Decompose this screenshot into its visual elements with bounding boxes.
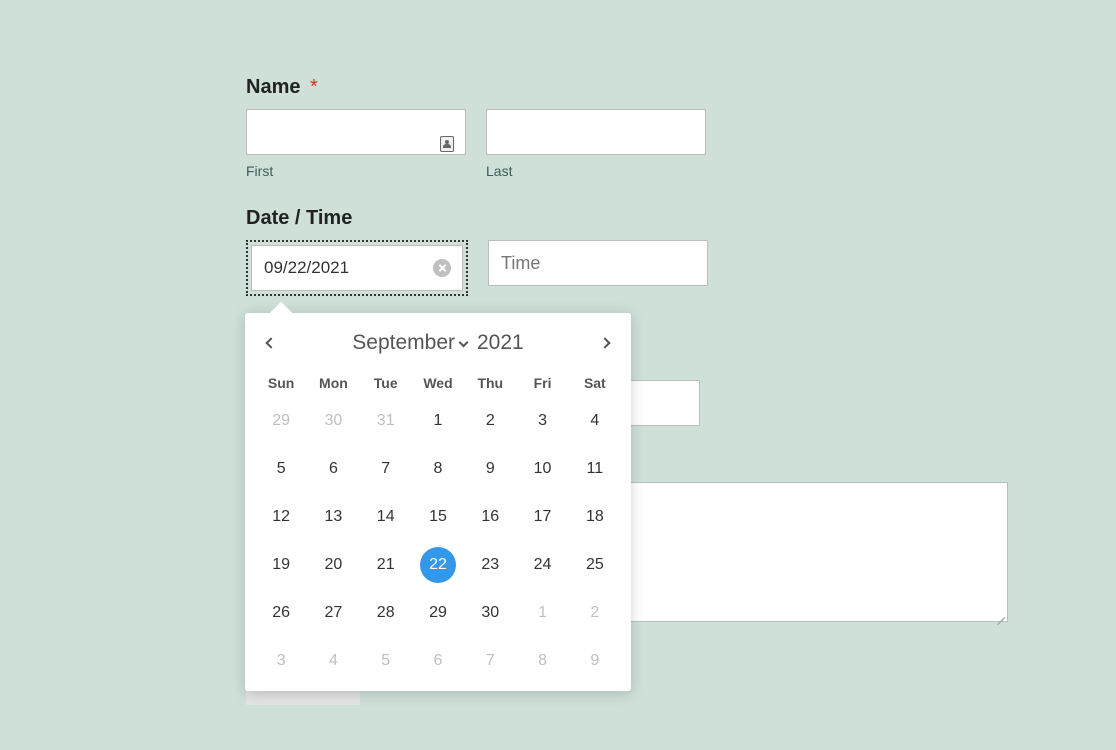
name-label: Name * bbox=[246, 76, 1116, 99]
calendar-day-cell[interactable]: 20 bbox=[307, 541, 359, 589]
calendar-day-cell[interactable]: 9 bbox=[569, 637, 621, 685]
calendar-next-month-button[interactable] bbox=[595, 328, 615, 358]
calendar-day-cell[interactable]: 5 bbox=[255, 445, 307, 493]
calendar-day-cell[interactable]: 27 bbox=[307, 589, 359, 637]
calendar-day-cell[interactable]: 28 bbox=[360, 589, 412, 637]
calendar-day-cell[interactable]: 5 bbox=[360, 637, 412, 685]
calendar-dow-header: Thu bbox=[464, 369, 516, 397]
calendar-day-cell[interactable]: 30 bbox=[307, 397, 359, 445]
calendar-day-cell[interactable]: 8 bbox=[516, 637, 568, 685]
date-clear-button[interactable] bbox=[433, 259, 451, 277]
calendar-prev-month-button[interactable] bbox=[261, 328, 281, 358]
calendar-day-cell[interactable]: 17 bbox=[516, 493, 568, 541]
calendar-dow-header: Wed bbox=[412, 369, 464, 397]
calendar-day-cell[interactable]: 4 bbox=[569, 397, 621, 445]
calendar-day-cell[interactable]: 11 bbox=[569, 445, 621, 493]
calendar-day-cell[interactable]: 9 bbox=[464, 445, 516, 493]
calendar-day-cell[interactable]: 7 bbox=[360, 445, 412, 493]
name-last-input[interactable] bbox=[486, 109, 706, 155]
calendar-day-cell[interactable]: 23 bbox=[464, 541, 516, 589]
calendar-day-cell[interactable]: 1 bbox=[516, 589, 568, 637]
calendar-day-cell[interactable]: 24 bbox=[516, 541, 568, 589]
calendar-dow-header: Sun bbox=[255, 369, 307, 397]
calendar-day-cell[interactable]: 29 bbox=[412, 589, 464, 637]
calendar-day-cell[interactable]: 8 bbox=[412, 445, 464, 493]
calendar-day-cell[interactable]: 14 bbox=[360, 493, 412, 541]
calendar-day-cell[interactable]: 30 bbox=[464, 589, 516, 637]
calendar-day-cell[interactable]: 13 bbox=[307, 493, 359, 541]
calendar-day-cell[interactable]: 21 bbox=[360, 541, 412, 589]
calendar-day-cell[interactable]: 12 bbox=[255, 493, 307, 541]
calendar-day-cell[interactable]: 10 bbox=[516, 445, 568, 493]
calendar-day-cell[interactable]: 26 bbox=[255, 589, 307, 637]
calendar-day-cell[interactable]: 31 bbox=[360, 397, 412, 445]
name-first-input[interactable] bbox=[246, 109, 466, 155]
calendar-day-cell[interactable]: 2 bbox=[464, 397, 516, 445]
calendar-day-cell[interactable]: 3 bbox=[255, 637, 307, 685]
calendar-day-cell[interactable]: 18 bbox=[569, 493, 621, 541]
autofill-contact-icon[interactable] bbox=[440, 136, 454, 152]
calendar-day-cell[interactable]: 25 bbox=[569, 541, 621, 589]
calendar-grid: SunMonTueWedThuFriSat 293031123456789101… bbox=[255, 369, 621, 685]
name-last-sublabel: Last bbox=[486, 163, 706, 179]
datetime-label: Date / Time bbox=[246, 207, 1116, 230]
calendar-day-cell[interactable]: 16 bbox=[464, 493, 516, 541]
date-picker-popover: September 2021 SunMonTueWedThuFriSat 293… bbox=[245, 313, 631, 691]
calendar-dow-header: Mon bbox=[307, 369, 359, 397]
calendar-day-cell[interactable]: 19 bbox=[255, 541, 307, 589]
calendar-day-cell[interactable]: 6 bbox=[412, 637, 464, 685]
time-input[interactable] bbox=[488, 240, 708, 286]
chevron-right-icon bbox=[599, 337, 610, 348]
calendar-year-label[interactable]: 2021 bbox=[477, 331, 524, 355]
calendar-day-cell[interactable]: 6 bbox=[307, 445, 359, 493]
calendar-dow-header: Fri bbox=[516, 369, 568, 397]
name-first-sublabel: First bbox=[246, 163, 466, 179]
calendar-day-cell[interactable]: 1 bbox=[412, 397, 464, 445]
calendar-month-label: September bbox=[352, 331, 455, 355]
date-input-value: 09/22/2021 bbox=[264, 258, 349, 278]
name-label-text: Name bbox=[246, 76, 300, 98]
calendar-day-cell[interactable]: 22 bbox=[412, 541, 464, 589]
date-input-focus-ring: 09/22/2021 bbox=[246, 240, 468, 296]
calendar-month-select[interactable]: September bbox=[352, 331, 467, 355]
calendar-day-cell[interactable]: 7 bbox=[464, 637, 516, 685]
chevron-down-icon bbox=[459, 337, 469, 347]
calendar-day-cell[interactable]: 2 bbox=[569, 589, 621, 637]
calendar-dow-header: Tue bbox=[360, 369, 412, 397]
chevron-left-icon bbox=[265, 337, 276, 348]
date-input[interactable]: 09/22/2021 bbox=[251, 245, 463, 291]
calendar-day-cell[interactable]: 29 bbox=[255, 397, 307, 445]
calendar-day-cell[interactable]: 4 bbox=[307, 637, 359, 685]
calendar-dow-header: Sat bbox=[569, 369, 621, 397]
popover-arrow bbox=[270, 302, 293, 325]
calendar-day-cell[interactable]: 3 bbox=[516, 397, 568, 445]
calendar-day-cell[interactable]: 15 bbox=[412, 493, 464, 541]
required-asterisk: * bbox=[310, 76, 318, 98]
